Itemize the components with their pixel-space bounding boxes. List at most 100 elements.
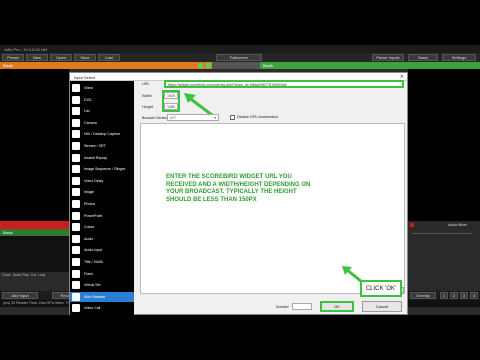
input-controls: Close Quick Play Cut Loop (0, 272, 69, 286)
browser-version-select[interactable]: v77 ▾ (167, 114, 219, 121)
audio-icon (72, 234, 80, 243)
film-icon (72, 84, 80, 92)
clock-icon (72, 176, 80, 185)
overlay-button[interactable]: Overlay (410, 292, 436, 299)
input-type-photos[interactable]: Photos (70, 199, 134, 209)
input-type-label: PowerPoint (84, 213, 103, 218)
close-button[interactable]: Close (2, 273, 11, 277)
input-type-powerpoint[interactable]: PowerPoint (70, 211, 134, 221)
cancel-button[interactable]: Cancel (362, 301, 402, 312)
input-type-label: Audio (84, 236, 94, 241)
overlay-4-button[interactable]: 4 (470, 292, 478, 299)
output-monitor (408, 69, 480, 221)
videocall-icon (72, 304, 80, 313)
input-type-label: Stream / SRT (84, 144, 106, 148)
save-button[interactable]: Save (74, 54, 96, 61)
input-type-label: Instant Replay (84, 155, 107, 160)
new-button[interactable]: New (26, 54, 48, 61)
browser-version-label: Browser Version (142, 116, 169, 120)
input-type-video-delay[interactable]: Video Delay (70, 176, 134, 186)
browser-version-value: v77 (170, 116, 176, 120)
browser-preview-area (140, 123, 405, 294)
input-type-stream-srt[interactable]: Stream / SRT (70, 141, 134, 151)
output-header: Blank (260, 62, 480, 69)
input-type-flash[interactable]: Flash (70, 269, 134, 279)
overlay-2-button[interactable]: 2 (450, 292, 458, 299)
overlay-1-button[interactable]: 1 (440, 292, 448, 299)
input-type-label: Web Browser (84, 294, 106, 299)
input-blank-label: Blank (3, 230, 14, 235)
input-type-label: Flash (84, 271, 93, 276)
replay-icon (72, 153, 80, 162)
audio-mixer-panel: Audio Mixer (408, 221, 480, 286)
input-type-audio[interactable]: Audio (70, 234, 134, 244)
last-button[interactable]: Last (98, 54, 120, 61)
title-icon (72, 258, 80, 266)
images-icon (72, 165, 80, 174)
input-type-web-browser[interactable]: Web Browser (70, 291, 134, 302)
input-type-image[interactable]: Image (70, 187, 134, 197)
fullscreen-button[interactable]: Fullscreen (216, 54, 262, 61)
settings-button[interactable]: Settings (442, 54, 476, 61)
input-type-label: DVD (84, 97, 92, 102)
colour-icon (72, 223, 80, 232)
input-blank[interactable]: Blank (0, 229, 69, 236)
mic-icon (72, 246, 80, 255)
input-type-label: Audio Input (84, 248, 103, 253)
loop-button[interactable]: Loop (38, 273, 46, 277)
input-type-label: List (84, 109, 90, 114)
gpu-accel-checkbox[interactable] (230, 115, 235, 120)
input-type-ndi-desktop-capture[interactable]: NDI / Desktop Capture (70, 129, 134, 139)
ok-button[interactable]: OK (320, 301, 354, 312)
input-type-title-xaml[interactable]: Title / XAML (70, 257, 134, 267)
instruction-note: ENTER THE SCOREBIRD WIDGET URL YOU RECEI… (166, 174, 311, 203)
input-type-audio-input[interactable]: Audio Input (70, 245, 134, 255)
input-type-label: Image Sequence / Slinger (84, 167, 126, 172)
input-type-virtual-set[interactable]: Virtual Set (70, 280, 134, 290)
input-type-video-call[interactable]: Video Call (70, 303, 134, 313)
preview-header: Blank (0, 62, 218, 69)
gpu-accel-label: Disable GPU Acceleration (237, 115, 279, 119)
input-type-video[interactable]: Video (70, 83, 134, 93)
preset-button[interactable]: Preset (2, 54, 24, 61)
disc-icon (72, 95, 80, 104)
input-type-list[interactable]: List (70, 106, 134, 116)
input-type-colour[interactable]: Colour (70, 222, 134, 232)
camera-icon (72, 118, 80, 127)
output-header-label: Blank (263, 63, 274, 68)
input-type-label: Title / XAML (84, 260, 104, 264)
input-type-instant-replay[interactable]: Instant Replay (70, 153, 134, 163)
pause-inputs-button[interactable]: Pause Inputs (372, 54, 404, 61)
add-input-button[interactable]: Add Input (2, 292, 38, 299)
number-input[interactable] (292, 303, 312, 310)
open-button[interactable]: Open (50, 54, 72, 61)
input-thumb-red[interactable] (0, 221, 69, 229)
virtualset-icon (72, 281, 80, 290)
record-dot-icon (410, 223, 414, 227)
width-height-highlight (162, 90, 180, 112)
input-type-label: Video Call (84, 306, 101, 311)
basic-button[interactable]: Basic (408, 54, 438, 61)
quick-play-button[interactable]: Quick Play (13, 273, 29, 277)
cut-button[interactable]: Cut (31, 273, 36, 277)
input-type-image-sequence-slinger[interactable]: Image Sequence / Slinger (70, 164, 134, 174)
list-icon (72, 107, 80, 116)
preview-header-label: Blank (3, 63, 14, 68)
photos-icon (72, 200, 80, 208)
input-type-dvd[interactable]: DVD (70, 95, 134, 105)
chevron-down-icon: ▾ (214, 116, 216, 120)
input-type-camera[interactable]: Camera (70, 118, 134, 128)
input-type-label: Video (84, 86, 94, 90)
input-type-label: Colour (84, 225, 95, 230)
preview-monitor (0, 69, 69, 221)
flash-icon (72, 269, 80, 278)
main-toolbar: Preset New Open Save Last Fullscreen Pau… (0, 53, 480, 62)
input-type-label: NDI / Desktop Capture (84, 132, 121, 137)
input-type-label: Camera (84, 120, 97, 125)
url-input[interactable]: https://widget.scorebird.com/overlay.htm… (164, 80, 404, 88)
input-type-label: Virtual Set (84, 283, 101, 288)
window-title: vMix Pro - 19.0.0.54 x64 (4, 47, 48, 52)
powerpoint-icon (72, 211, 80, 220)
input-type-label: Image (84, 190, 94, 195)
overlay-3-button[interactable]: 3 (460, 292, 468, 299)
